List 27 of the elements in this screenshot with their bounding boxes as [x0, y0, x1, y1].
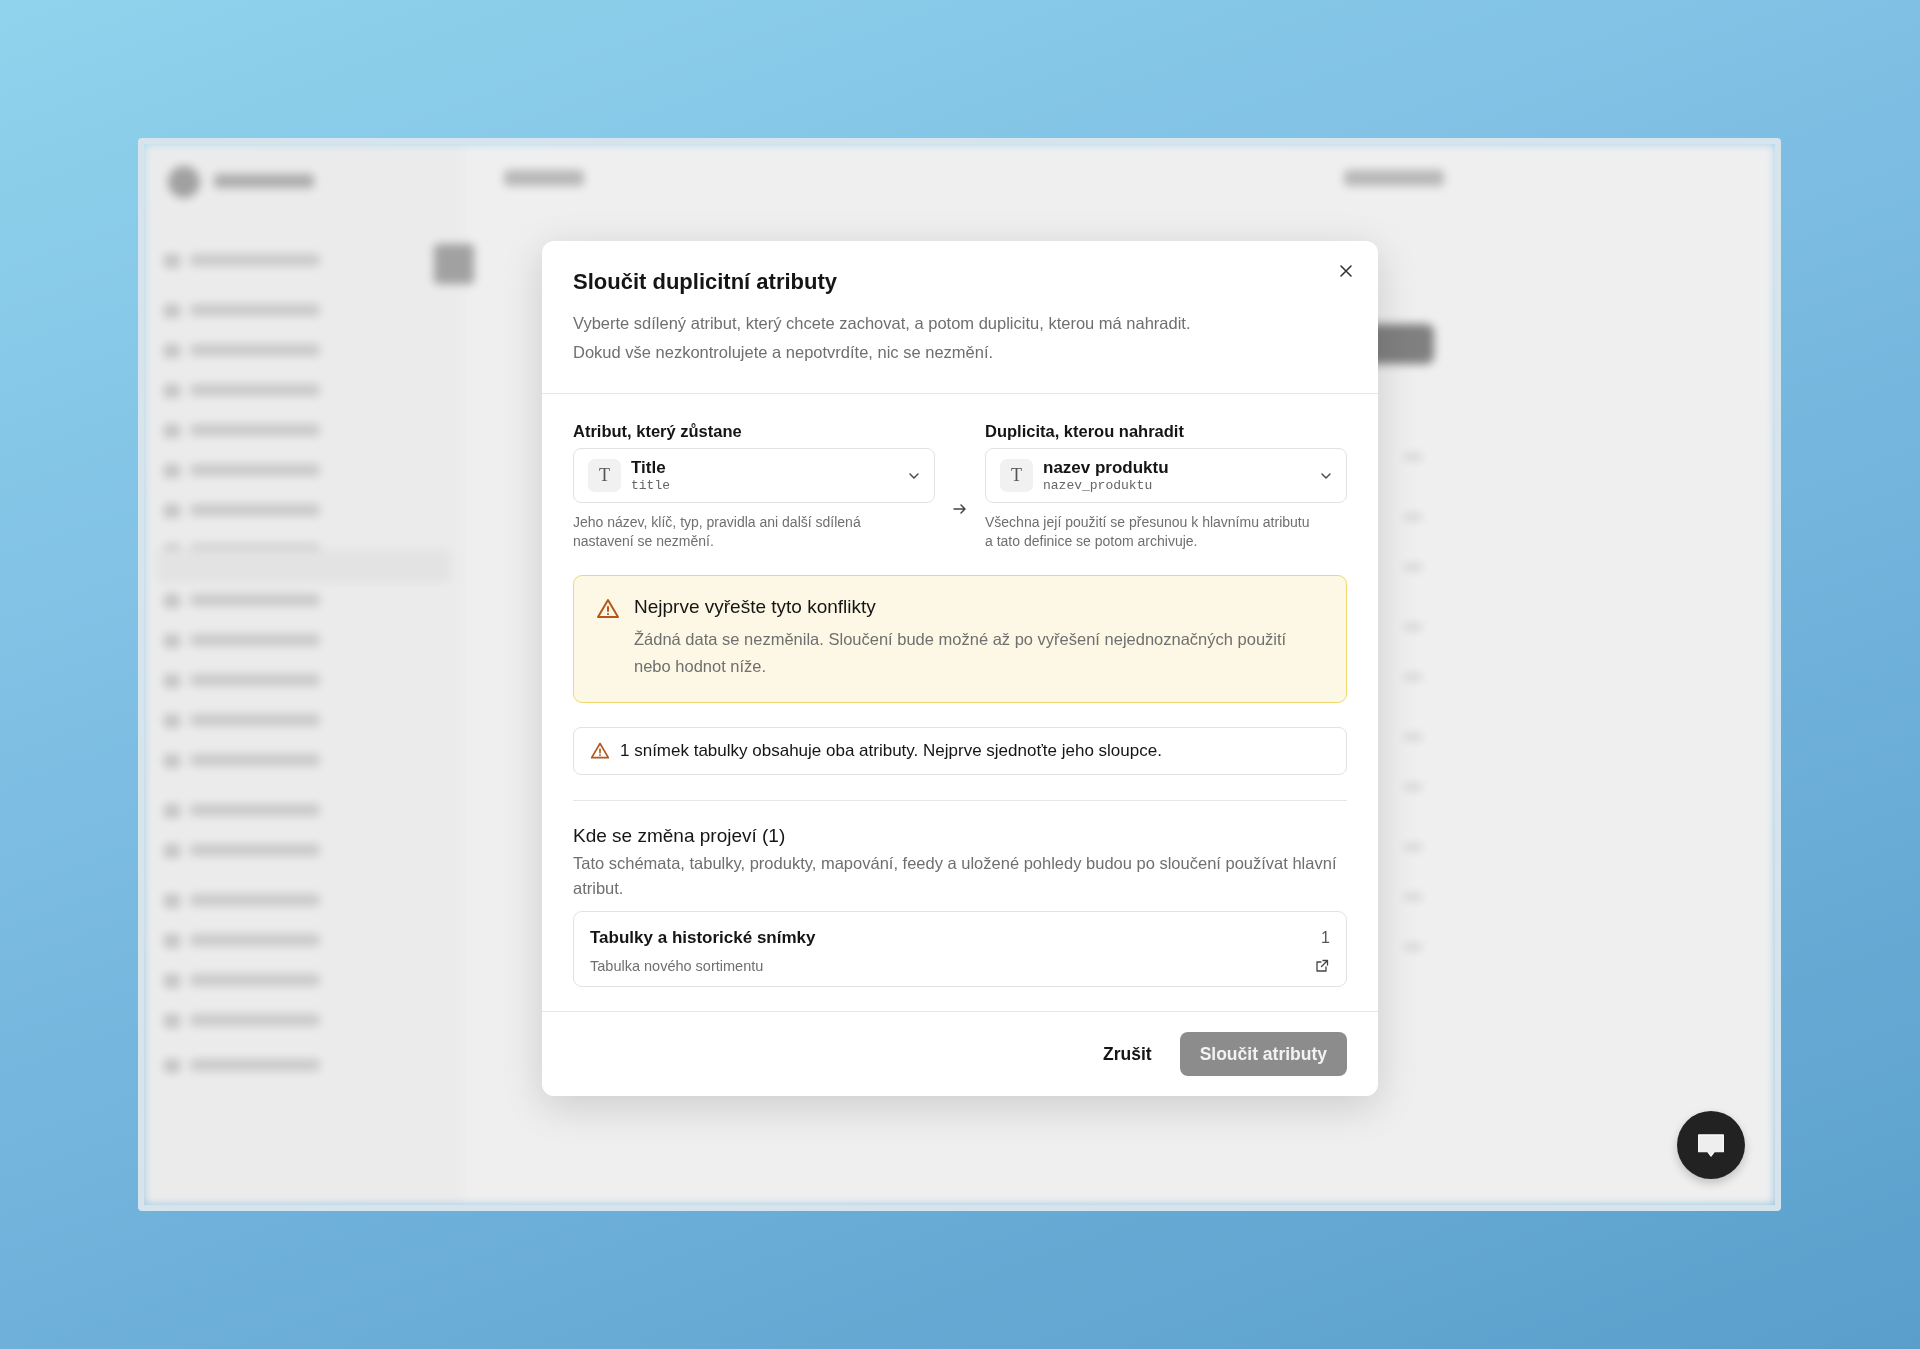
group-title: Tabulky a historické snímky [590, 928, 816, 948]
warning-message: Žádná data se nezměnila. Sloučení bude možné až po vyřešení nejednoznačných použití nebo hodnot níže. [634, 629, 1288, 677]
external-link-icon[interactable] [1314, 958, 1330, 974]
attribute-name: nazev produktu [1043, 458, 1170, 478]
dialog-description: Vyberte sdílený atribut, který chcete zachovat, a potom duplicitu, kterou má nahradit. Dokud vše nezkontrolujete a nepotvrdíte, nic se nezmění. [573, 313, 1192, 363]
type-icon: T [588, 459, 621, 492]
field-hint: Všechna její použití se přesunou k hlavnímu atributu a tato definice se potom archivuje. [985, 513, 1311, 551]
conflict-message: 1 snímek tabulky obsahuje oba atributy. Nejprve sjednoťte jeho sloupce. [620, 741, 1162, 761]
warning-icon [596, 597, 620, 621]
attribute-key: nazev_produktu [1043, 478, 1310, 493]
warning-icon [590, 741, 610, 761]
attribute-select[interactable]: T Title title [573, 448, 935, 503]
group-count: 1 [1321, 929, 1330, 947]
cancel-button[interactable]: Zrušit [1097, 1035, 1158, 1073]
table-name: Tabulka nového sortimentu [590, 958, 764, 974]
arrow-right-icon [952, 501, 968, 517]
warning-title: Nejprve vyřešte tyto konflikty [634, 596, 876, 617]
attribute-name: Title [631, 458, 667, 478]
dialog-title: Sloučit duplicitní atributy [573, 269, 838, 295]
type-icon: T [1000, 459, 1033, 492]
field-label: Duplicita, kterou nahradit [985, 422, 1185, 441]
section-description: Tato schémata, tabulky, produkty, mapování, feedy a uložené pohledy budou po sloučení používat hlavní atribut. [573, 853, 1338, 899]
attribute-key: title [631, 478, 898, 493]
section-title: Kde se změna projeví (1) [573, 825, 787, 847]
field-label: Atribut, který zůstane [573, 422, 743, 441]
attribute-select[interactable]: T nazev produktu nazev_produktu [985, 448, 1347, 503]
field-hint: Jeho název, klíč, typ, pravidla ani další sdílená nastavení se nezmění. [573, 513, 862, 551]
